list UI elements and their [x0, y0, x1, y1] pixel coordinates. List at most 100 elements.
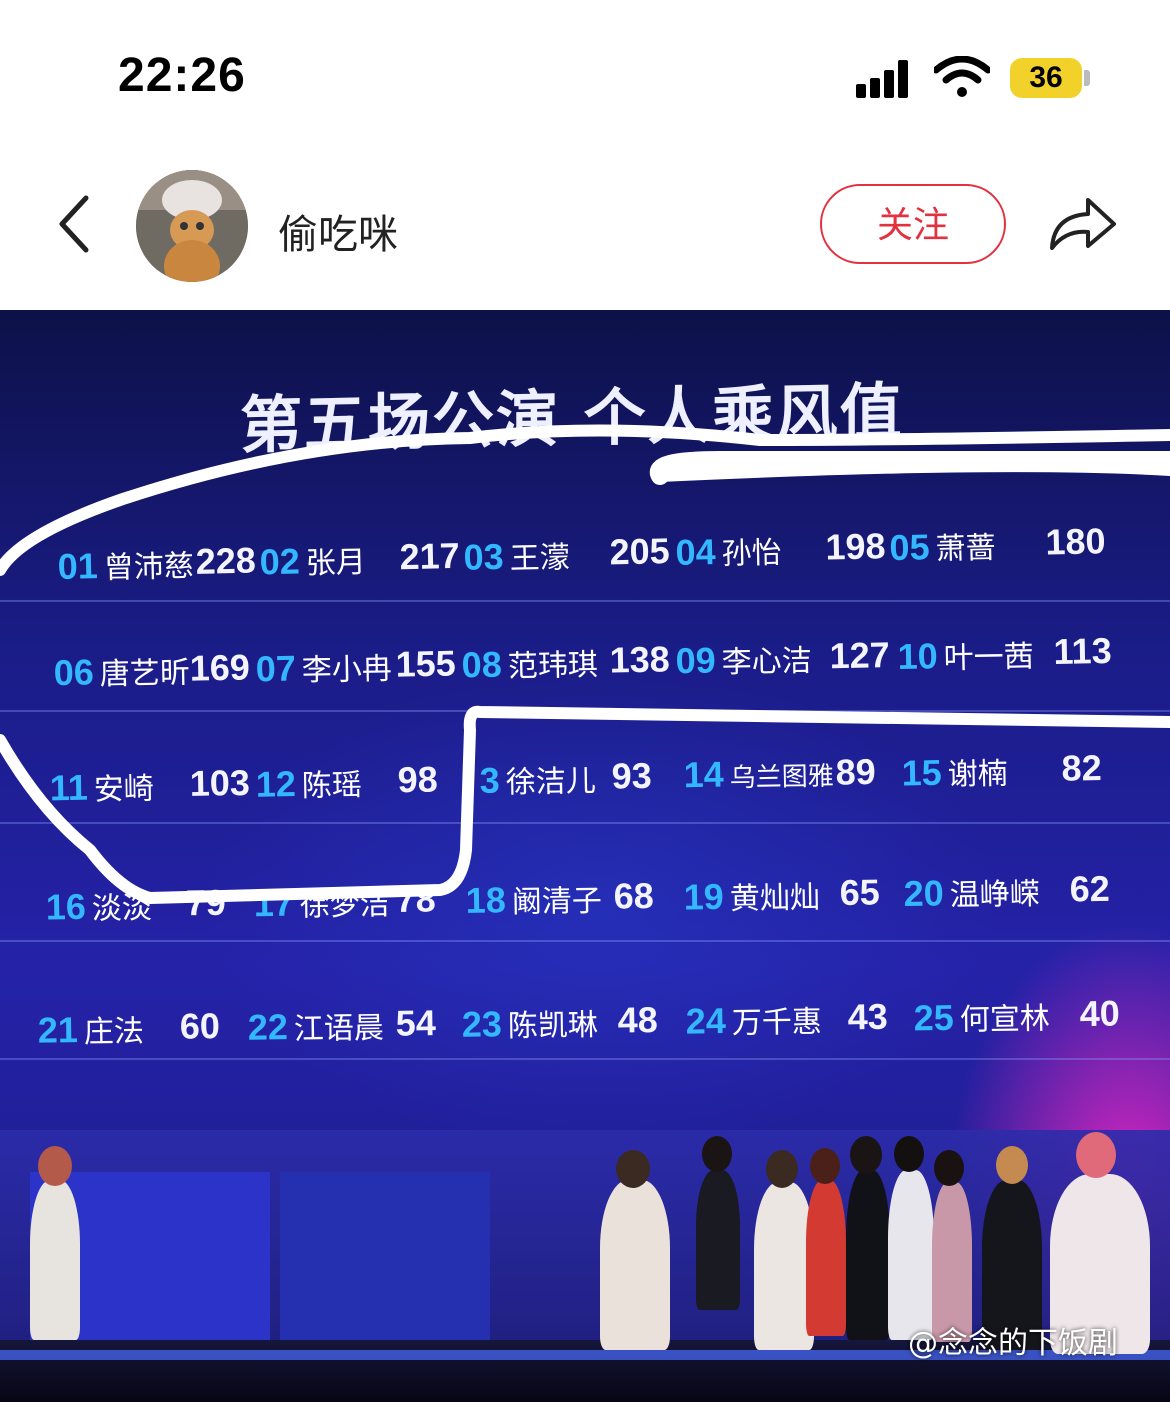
score-entry: 08 范玮琪: [461, 640, 598, 687]
score-entry: 05 萧蔷: [889, 523, 996, 569]
score-value: 79: [185, 881, 227, 924]
contestant-name: 孙怡: [721, 535, 783, 572]
cat-avatar-icon: [136, 170, 248, 282]
contestant-name: 张月: [305, 544, 367, 582]
username[interactable]: 偷吃咪: [278, 202, 398, 260]
status-time: 22:26: [118, 49, 246, 102]
performer: [846, 1170, 890, 1340]
contestant-name: 安崎: [93, 771, 155, 808]
rank-number: 05: [889, 526, 931, 569]
rank-number: 3: [479, 759, 501, 801]
score-value: 62: [1069, 867, 1110, 910]
contestant-name: 江语晨: [293, 1010, 385, 1048]
score-row: 11 安崎 103 12 陈瑶 98 3 徐洁儿 93 14 乌兰图雅 89 15 谢楠 …: [0, 746, 1170, 846]
rank-number: 03: [463, 535, 505, 578]
contestant-name: 唐艺昕: [99, 655, 191, 693]
score-value: 48: [617, 998, 659, 1041]
performer-head: [810, 1148, 840, 1184]
score-row: 16 淡淡 79 17 徐梦洁 78 18 阚清子 68 19 黄灿灿 65 20 温峥嵘…: [0, 867, 1170, 965]
score-entry: 15 谢楠: [901, 749, 1008, 795]
performer-head: [894, 1136, 924, 1172]
contestant-name: 陈瑶: [301, 767, 363, 804]
score-value: 40: [1079, 992, 1121, 1035]
score-value: 169: [189, 646, 251, 689]
rank-number: 14: [683, 753, 725, 796]
status-bar: 22:26 36: [0, 0, 1170, 150]
avatar[interactable]: [136, 170, 248, 282]
score-value: 68: [613, 874, 655, 917]
share-icon[interactable]: [1048, 194, 1118, 254]
score-entry: 20 温峥嵘: [903, 869, 1040, 915]
score-entry: 17 徐梦洁: [253, 879, 390, 925]
rank-number: 10: [897, 635, 939, 677]
score-entry: 23 陈凯琳: [461, 1000, 598, 1046]
score-entry: 11 安崎: [49, 764, 154, 810]
rank-number: 16: [45, 885, 87, 928]
performer: [30, 1180, 80, 1340]
score-entry: 22 江语晨: [247, 1003, 385, 1049]
rank-number: 15: [901, 751, 943, 794]
contestant-name: 何宣林: [959, 1001, 1051, 1038]
post-header: 偷吃咪 关注: [0, 150, 1170, 310]
score-entry: 18 阚清子: [465, 876, 602, 922]
rank-number: 02: [259, 540, 301, 583]
contestant-name: 范玮琪: [507, 647, 599, 685]
rank-number: 22: [247, 1006, 289, 1048]
score-value: 180: [1044, 520, 1106, 563]
contestant-name: 淡淡: [91, 890, 153, 927]
rank-number: 23: [461, 1003, 503, 1045]
board-title: 第五场公演 个人乘风值: [240, 375, 904, 462]
contestant-name: 叶一茜: [943, 639, 1035, 677]
rank-number: 21: [37, 1009, 79, 1051]
score-value: 103: [189, 761, 251, 804]
rank-number: 20: [903, 872, 945, 914]
performer-head: [702, 1136, 732, 1172]
rank-number: 07: [255, 647, 297, 690]
cellular-signal-icon: [856, 58, 916, 98]
rank-number: 09: [675, 639, 717, 682]
score-row: 21 庄法 60 22 江语晨 54 23 陈凯琳 48 24 万千惠 43 25 何宣林…: [0, 992, 1170, 1088]
performer: [696, 1170, 740, 1310]
score-entry: 10 叶一茜: [897, 631, 1034, 678]
contestant-name: 阚清子: [511, 883, 603, 921]
contestant-name: 乌兰图雅: [729, 761, 835, 794]
performer: [806, 1180, 846, 1336]
score-entry: 24 万千惠: [685, 997, 822, 1043]
contestant-name: 徐梦洁: [299, 887, 391, 924]
contestant-name: 李小冉: [301, 651, 393, 689]
rank-number: 12: [255, 763, 297, 805]
back-arrow-icon[interactable]: [52, 192, 96, 256]
score-entry: 21 庄法: [37, 1006, 145, 1051]
rank-number: 19: [683, 875, 725, 918]
rank-number: 06: [53, 651, 95, 694]
rank-number: 25: [913, 996, 955, 1039]
contestant-name: 黄灿灿: [729, 880, 821, 917]
weibo-watermark: @念念的下饭剧: [908, 1326, 1118, 1361]
score-value: 127: [829, 634, 891, 677]
score-entry: 19 黄灿灿: [683, 872, 820, 918]
score-value: 93: [611, 754, 653, 797]
performer-head: [616, 1150, 650, 1188]
score-value: 113: [1053, 629, 1113, 672]
score-value: 198: [825, 525, 887, 568]
score-value: 82: [1061, 746, 1102, 789]
performer: [888, 1170, 934, 1340]
rank-number: 18: [465, 879, 507, 921]
performer: [754, 1182, 814, 1350]
contestant-name: 庄法: [83, 1014, 145, 1050]
rank-number: 24: [685, 1000, 727, 1042]
battery-indicator: 36: [1010, 58, 1082, 98]
score-row: 01 曾沛慈 228 02 张月 217 03 王濛 205 04 孙怡 198 05 萧…: [0, 519, 1170, 626]
contestant-name: 徐洁儿: [505, 763, 597, 801]
wifi-icon: [934, 56, 990, 97]
score-value: 138: [609, 638, 671, 681]
post-image[interactable]: 第五场公演 个人乘风值 01 曾沛慈 228 02 张月 217 03 王濛 205 …: [0, 310, 1170, 1402]
battery-cap: [1084, 70, 1090, 86]
performer-head: [38, 1146, 72, 1186]
score-entry: 09 李心洁: [675, 636, 812, 683]
score-entry: 06 唐艺昕: [53, 648, 190, 695]
follow-button[interactable]: 关注: [820, 184, 1006, 264]
score-entry: 01 曾沛慈: [57, 541, 194, 588]
score-value: 54: [395, 1002, 437, 1044]
contestant-name: 万千惠: [731, 1004, 823, 1041]
